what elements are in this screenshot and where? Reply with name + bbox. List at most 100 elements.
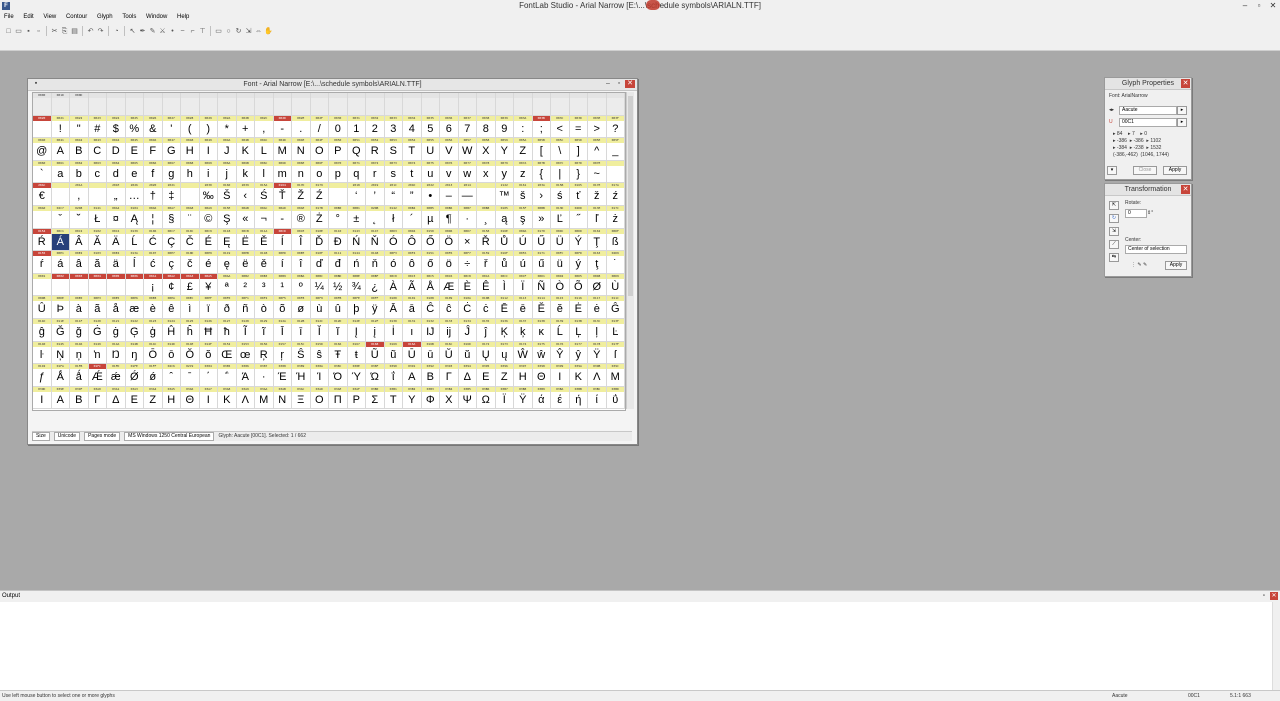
glyph-cell[interactable]: 017B Ż [310, 205, 329, 229]
glyph-cell[interactable]: 0002 [51, 273, 70, 297]
glyph-cell[interactable]: 017A ź [606, 183, 625, 206]
glyph-cell[interactable]: 03AF Ρ [347, 386, 366, 410]
glyph-cell[interactable]: 0056 V [440, 138, 459, 161]
glyph-cell[interactable] [347, 93, 366, 116]
glyph-cell[interactable]: 0398 Θ [532, 364, 551, 387]
glyph-cell[interactable]: 0392 Β [421, 364, 440, 387]
glyph-cell[interactable]: 0049 I [199, 138, 218, 161]
glyph-cell[interactable] [107, 93, 126, 116]
glyph-cell[interactable]: 006A j [218, 160, 237, 184]
glyph-cell[interactable]: 00CB Ë [236, 228, 255, 252]
glyph-cell[interactable]: 001D [51, 93, 70, 116]
scale-icon[interactable]: ⇲ [244, 27, 253, 36]
glyph-cell[interactable]: 0053 S [384, 138, 403, 161]
glyph-cell[interactable] [162, 93, 181, 116]
glyph-name-field[interactable]: Aacute [1119, 106, 1177, 115]
glyph-cell[interactable]: 02D8 ˘ [70, 205, 89, 229]
glyph-cell[interactable]: 0035 5 [421, 115, 440, 139]
glyph-cell[interactable]: 00E7 ç [162, 251, 181, 274]
glyph-cell[interactable]: 0165 ť [569, 183, 588, 206]
glyph-cell[interactable]: 0071 q [347, 160, 366, 184]
glyph-cell[interactable]: 00E0 à [70, 296, 89, 319]
glyph-cell[interactable]: 0150 Ő [421, 228, 440, 252]
glyph-cell[interactable]: 02DD ˝ [569, 205, 588, 229]
glyph-cell[interactable]: 005A Z [514, 138, 533, 161]
glyph-cell[interactable]: 0101 ā [403, 296, 422, 319]
glyph-cell[interactable]: 00CA Ê [477, 273, 496, 297]
glyph-cell[interactable]: 0176 Ŷ [551, 341, 570, 365]
glyph-cell[interactable]: 0127 ħ [218, 318, 237, 342]
glyph-cell[interactable]: 010A Ċ [458, 296, 477, 319]
glyph-cell[interactable]: 0003 [70, 273, 89, 297]
glyph-cell[interactable]: 03AD Ο [310, 386, 329, 410]
glyph-cell[interactable]: 01FA Ǻ [51, 364, 70, 387]
glyph-cell[interactable]: 00FE þ [347, 296, 366, 319]
font-window-close-button[interactable]: ✕ [625, 80, 635, 88]
glyph-cell[interactable]: 0396 Ζ [495, 364, 514, 387]
glyph-cell[interactable]: 00D9 Ù [606, 273, 625, 297]
glyph-cell[interactable]: 0070 p [329, 160, 348, 184]
glyph-cell[interactable]: 01FB ǻ [70, 364, 89, 387]
glyph-cell[interactable]: 0000 [33, 93, 52, 116]
glyph-cell[interactable]: 03B3 Φ [421, 386, 440, 410]
glyph-cell[interactable]: 2021 ‡ [162, 183, 181, 206]
glyph-cell[interactable]: 0118 Ę [218, 228, 237, 252]
glyph-cell[interactable]: 00A1 ¡ [144, 273, 163, 297]
glyph-cell[interactable]: 039D Ι [33, 386, 52, 410]
glyph-cell[interactable]: 0128 Ĩ [236, 318, 255, 342]
glyph-cell[interactable]: 0173 ų [495, 341, 514, 365]
font-window-maximize-button[interactable]: ▫ [614, 80, 624, 88]
glyph-cell[interactable] [514, 93, 533, 116]
glyph-cell[interactable]: 0158 Ř [477, 228, 496, 252]
glyph-cell[interactable]: 005C \ [551, 138, 570, 161]
glyph-cell[interactable]: 03A1 Δ [107, 386, 126, 410]
glyph-cell[interactable]: 0134 Ĵ [458, 318, 477, 342]
rotate-input[interactable]: 0 [1125, 209, 1147, 218]
glyph-cell[interactable]: 00FC ü [551, 251, 570, 274]
glyph-cell[interactable]: 00C6 Æ [440, 273, 459, 297]
glyph-cell[interactable]: 00AD - [273, 205, 292, 229]
glyph-cell[interactable]: 00B0 ° [329, 205, 348, 229]
glyph-cell[interactable]: 0164 Ť [273, 183, 292, 206]
glyph-cell[interactable] [569, 93, 588, 116]
glyph-cell[interactable] [329, 93, 348, 116]
glyph-cell[interactable]: 0120 Ġ [88, 318, 107, 342]
glyph-cell[interactable]: 0141 Ł [88, 205, 107, 229]
glyph-cell[interactable]: 00E8 è [144, 296, 163, 319]
glyph-cell[interactable]: 0079 y [495, 160, 514, 184]
mode-select[interactable]: Pages mode [84, 432, 121, 441]
glyph-cell[interactable]: 02C9 ˉ [181, 364, 200, 387]
glyph-cell[interactable] [181, 93, 200, 116]
glyph-cell[interactable]: 0168 Ũ [366, 341, 385, 365]
glyph-cell[interactable]: 00F3 ó [384, 251, 403, 274]
glyph-cell[interactable]: 011C Ĝ [606, 296, 625, 319]
glyph-cell[interactable]: 0073 s [384, 160, 403, 184]
glyph-cell[interactable]: 0397 Η [514, 364, 533, 387]
glyph-cell[interactable]: 03BD ΰ [606, 386, 625, 410]
glyph-cell[interactable]: 0102 Ă [88, 228, 107, 252]
glyph-cell[interactable]: 0108 Ĉ [421, 296, 440, 319]
glyph-cell[interactable]: 0124 Ĥ [162, 318, 181, 342]
glyph-cell[interactable]: 0072 r [366, 160, 385, 184]
glyph-cell[interactable]: 011D ĝ [33, 318, 52, 342]
glyph-cell[interactable]: 005E ^ [588, 138, 607, 161]
glyph-cell[interactable]: 2039 ‹ [236, 183, 255, 206]
redo-icon[interactable]: ↷ [96, 27, 105, 36]
glyph-cell[interactable]: 00E4 ä [107, 251, 126, 274]
glyph-cell[interactable]: 0393 Γ [440, 364, 459, 387]
glyph-cell[interactable]: 039B Λ [588, 364, 607, 387]
glyph-cell[interactable]: 0136 Ķ [495, 318, 514, 342]
glyph-cell[interactable]: 0115 ĕ [551, 296, 570, 319]
output-close-icon[interactable]: ✕ [1270, 592, 1278, 600]
menu-edit[interactable]: Edit [19, 12, 37, 22]
glyph-cell[interactable]: 004F O [310, 138, 329, 161]
glyph-cell[interactable]: 0054 T [403, 138, 422, 161]
glyph-cell[interactable]: 0065 e [125, 160, 144, 184]
glyph-cell[interactable] [458, 93, 477, 116]
menu-file[interactable]: File [0, 12, 18, 22]
glyph-cell[interactable]: 007D} [569, 160, 588, 184]
glyph-cell[interactable]: 0113 ē [514, 296, 533, 319]
glyph-cell[interactable]: 00E2 â [70, 251, 89, 274]
glyph-cell[interactable]: 0161 š [514, 183, 533, 206]
glyph-cell[interactable] [218, 93, 237, 116]
